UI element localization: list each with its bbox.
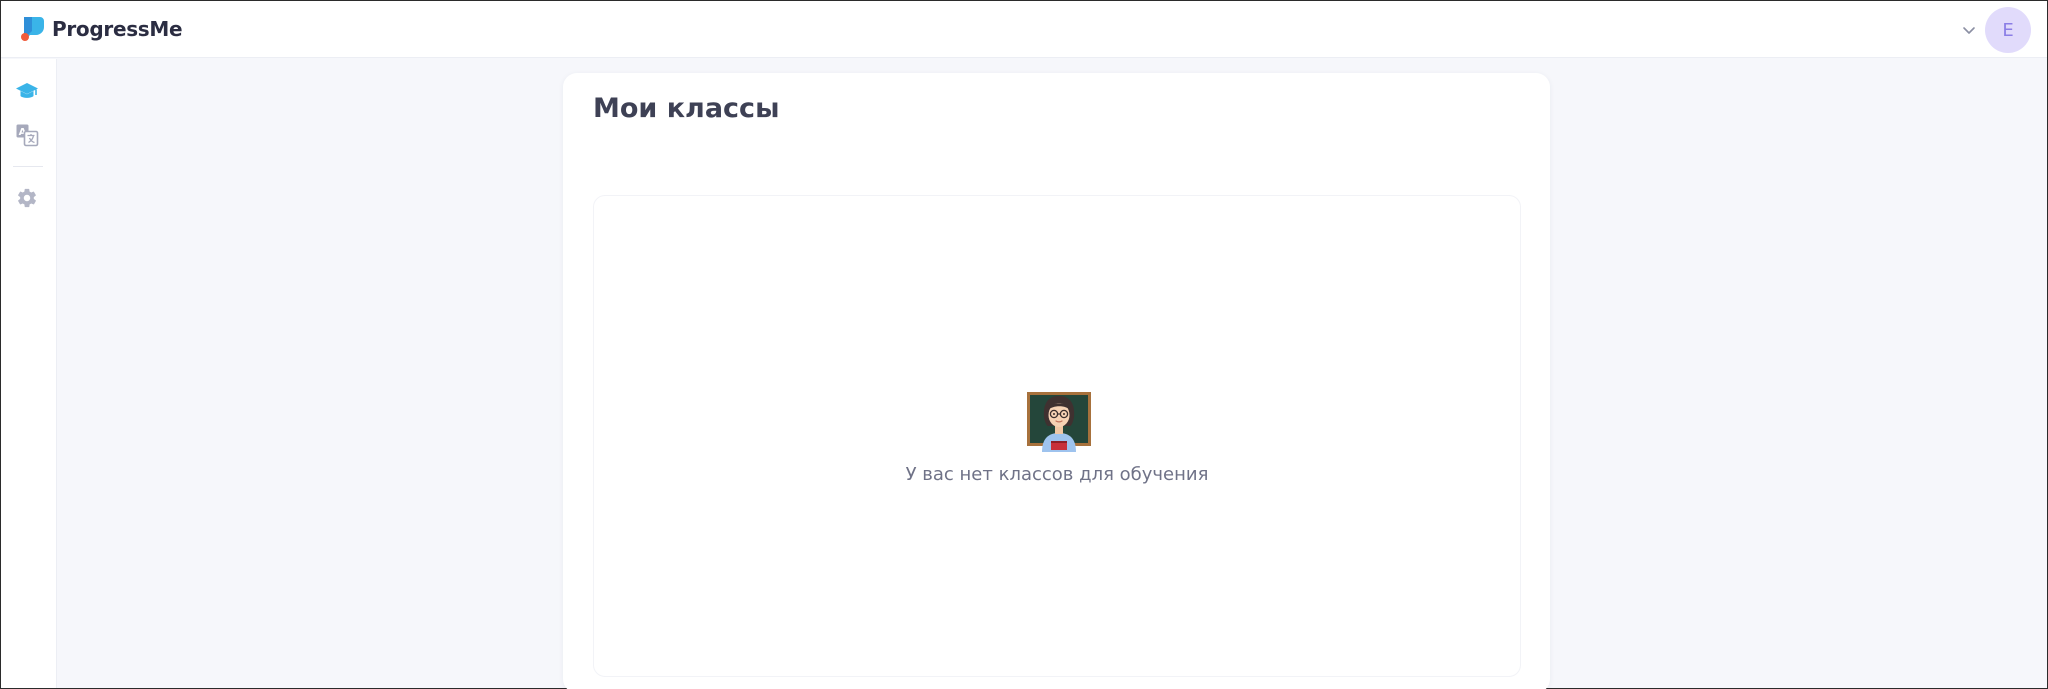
app-name: ProgressMe: [52, 17, 183, 41]
sidebar-divider: [13, 166, 43, 167]
progressme-logo-icon: [21, 17, 44, 41]
user-avatar[interactable]: E: [1985, 7, 2031, 53]
sidebar: A: [1, 59, 57, 688]
avatar-initial: E: [2002, 19, 2014, 41]
sidebar-item-classes[interactable]: [13, 77, 41, 105]
empty-state: У вас нет классов для обучения: [593, 195, 1521, 677]
empty-state-message: У вас нет классов для обучения: [905, 464, 1209, 485]
graduation-cap-icon: [16, 83, 38, 98]
teacher-emoji-icon: [1027, 392, 1091, 452]
translate-icon: A: [16, 124, 39, 147]
sidebar-item-settings[interactable]: [13, 184, 41, 212]
page-title: Мои классы: [593, 93, 780, 124]
top-bar: ProgressMe E: [1, 1, 2047, 58]
chevron-down-icon[interactable]: [1961, 22, 1977, 38]
sidebar-item-dictionary[interactable]: A: [13, 121, 41, 149]
app-logo[interactable]: ProgressMe: [18, 1, 183, 57]
gear-icon: [18, 188, 36, 208]
classes-card: Мои классы У вас нет классов для обучени…: [563, 73, 1550, 689]
